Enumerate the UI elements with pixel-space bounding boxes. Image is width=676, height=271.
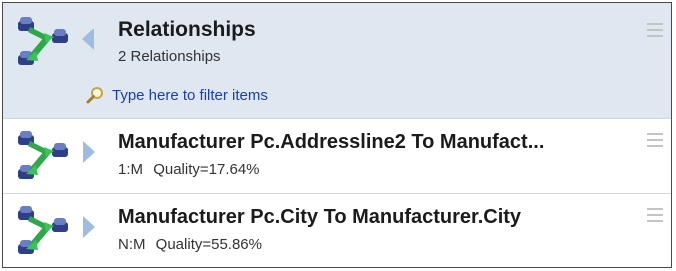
row-menu-icon[interactable] — [647, 133, 663, 147]
expand-arrow-icon[interactable] — [82, 215, 96, 239]
relationship-connector-icon — [18, 17, 68, 65]
relationship-quality: Quality=17.64% — [153, 161, 260, 178]
search-icon — [86, 87, 103, 104]
relationship-title: Manufacturer Pc.Addressline2 To Manufact… — [118, 131, 545, 153]
row-menu-icon[interactable] — [647, 208, 663, 222]
filter-placeholder: Type here to filter items — [112, 86, 268, 104]
relationships-panel: Relationships 2 Relationships Type here … — [2, 2, 672, 268]
relationship-cardinality: 1:M — [118, 161, 144, 178]
header-menu-icon[interactable] — [647, 23, 663, 37]
relationship-details: N:M Quality=55.86% — [118, 236, 262, 253]
relationship-quality: Quality=55.86% — [155, 236, 262, 253]
relationship-count: 2 Relationships — [118, 48, 221, 65]
panel-header: Relationships 2 Relationships Type here … — [3, 3, 671, 119]
collapse-arrow-icon[interactable] — [81, 27, 95, 51]
filter-input[interactable]: Type here to filter items — [86, 84, 268, 106]
relationship-connector-icon — [18, 131, 68, 179]
relationship-title: Manufacturer Pc.City To Manufacturer.Cit… — [118, 206, 522, 228]
relationship-row[interactable]: Manufacturer Pc.Addressline2 To Manufact… — [3, 119, 671, 194]
relationship-row[interactable]: Manufacturer Pc.City To Manufacturer.Cit… — [3, 194, 671, 267]
relationship-cardinality: N:M — [118, 236, 146, 253]
expand-arrow-icon[interactable] — [82, 140, 96, 164]
relationship-details: 1:M Quality=17.64% — [118, 161, 260, 178]
panel-title: Relationships — [118, 18, 256, 41]
relationship-connector-icon — [18, 206, 68, 254]
